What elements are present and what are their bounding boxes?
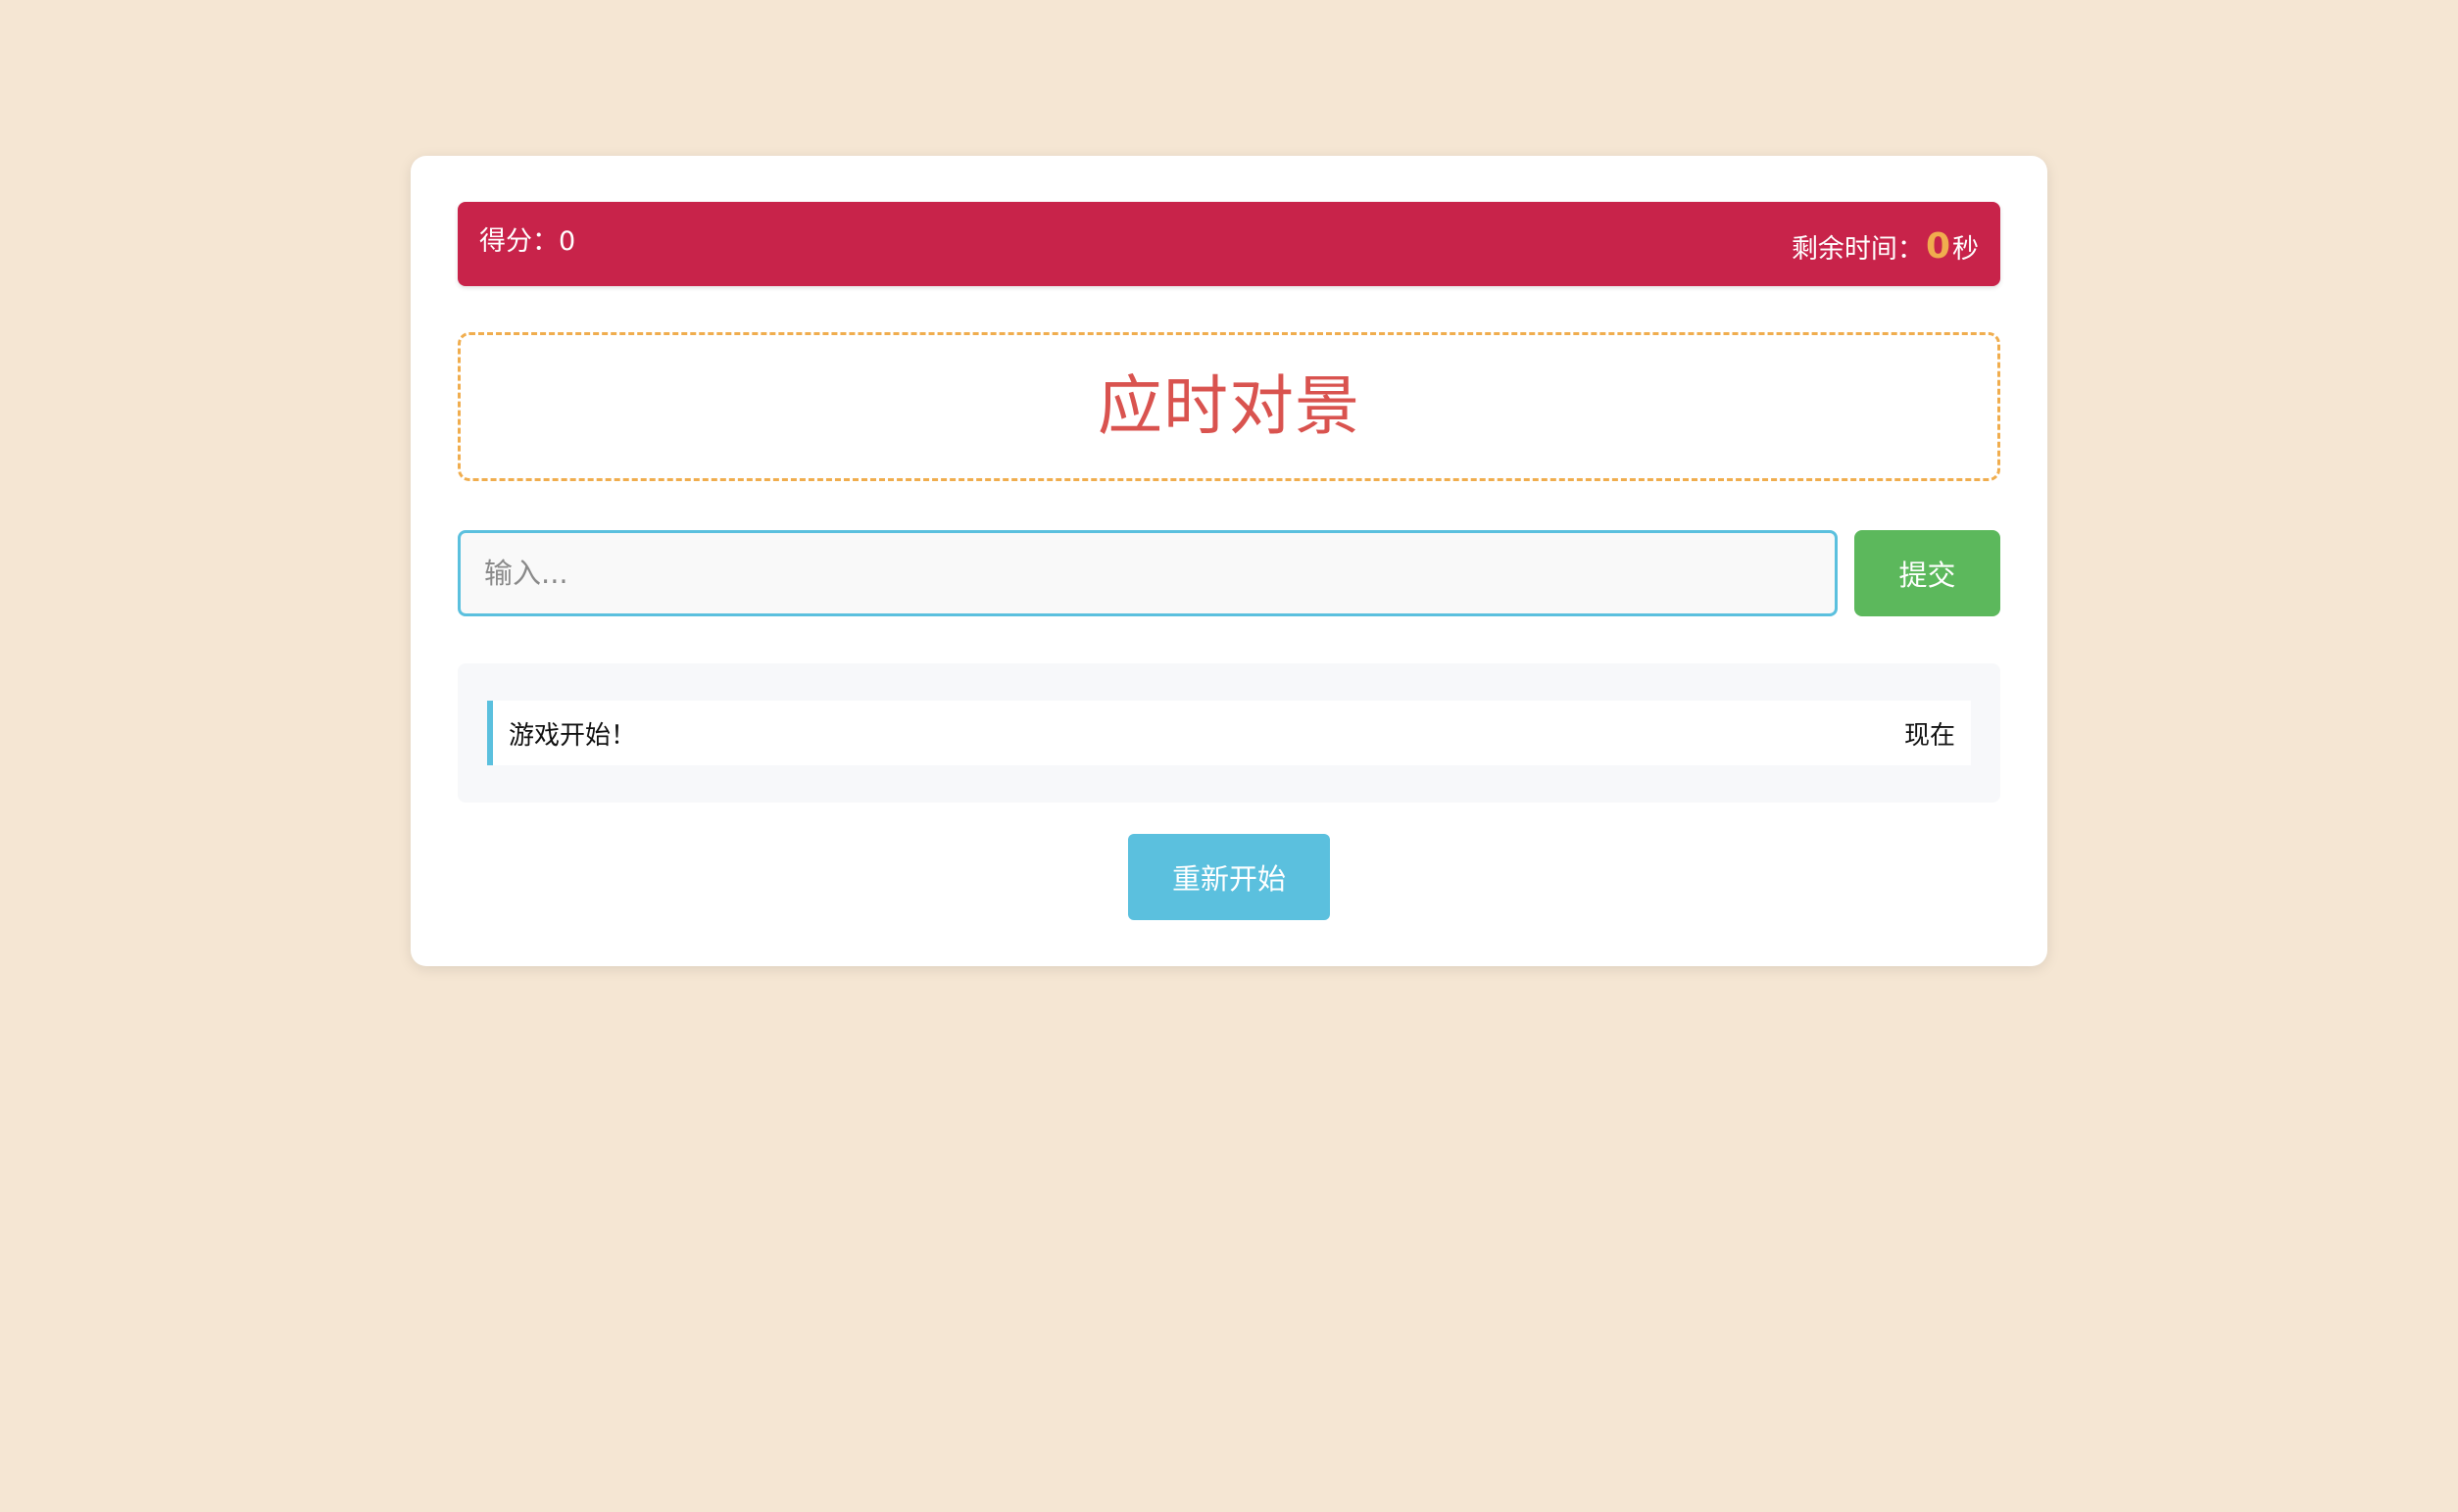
timer-value: 0	[1925, 226, 1950, 267]
log-entry-message: 游戏开始！	[509, 720, 637, 751]
timer-display: 剩余时间：0秒	[1792, 202, 1979, 286]
log-entry: 游戏开始！ 现在	[487, 701, 1971, 765]
timer-unit: 秒	[1952, 234, 1979, 265]
score-label: 得分：	[479, 226, 559, 257]
restart-button[interactable]: 重新开始	[1128, 834, 1330, 920]
score-display: 得分：0	[479, 202, 575, 286]
current-word: 应时对景	[1098, 368, 1360, 444]
log-entry-time: 现在	[1903, 720, 1955, 751]
word-display-box: 应时对景	[458, 332, 2000, 481]
status-bar: 得分：0 剩余时间：0秒	[458, 202, 2000, 286]
timer-label: 剩余时间：	[1791, 234, 1924, 265]
game-card: 得分：0 剩余时间：0秒 应时对景 提交 游戏开始！ 现在 重新开始	[411, 156, 2047, 966]
game-log-panel: 游戏开始！ 现在	[458, 663, 2000, 803]
submit-button[interactable]: 提交	[1854, 530, 2000, 616]
score-value: 0	[559, 226, 576, 257]
answer-input[interactable]	[458, 530, 1838, 616]
